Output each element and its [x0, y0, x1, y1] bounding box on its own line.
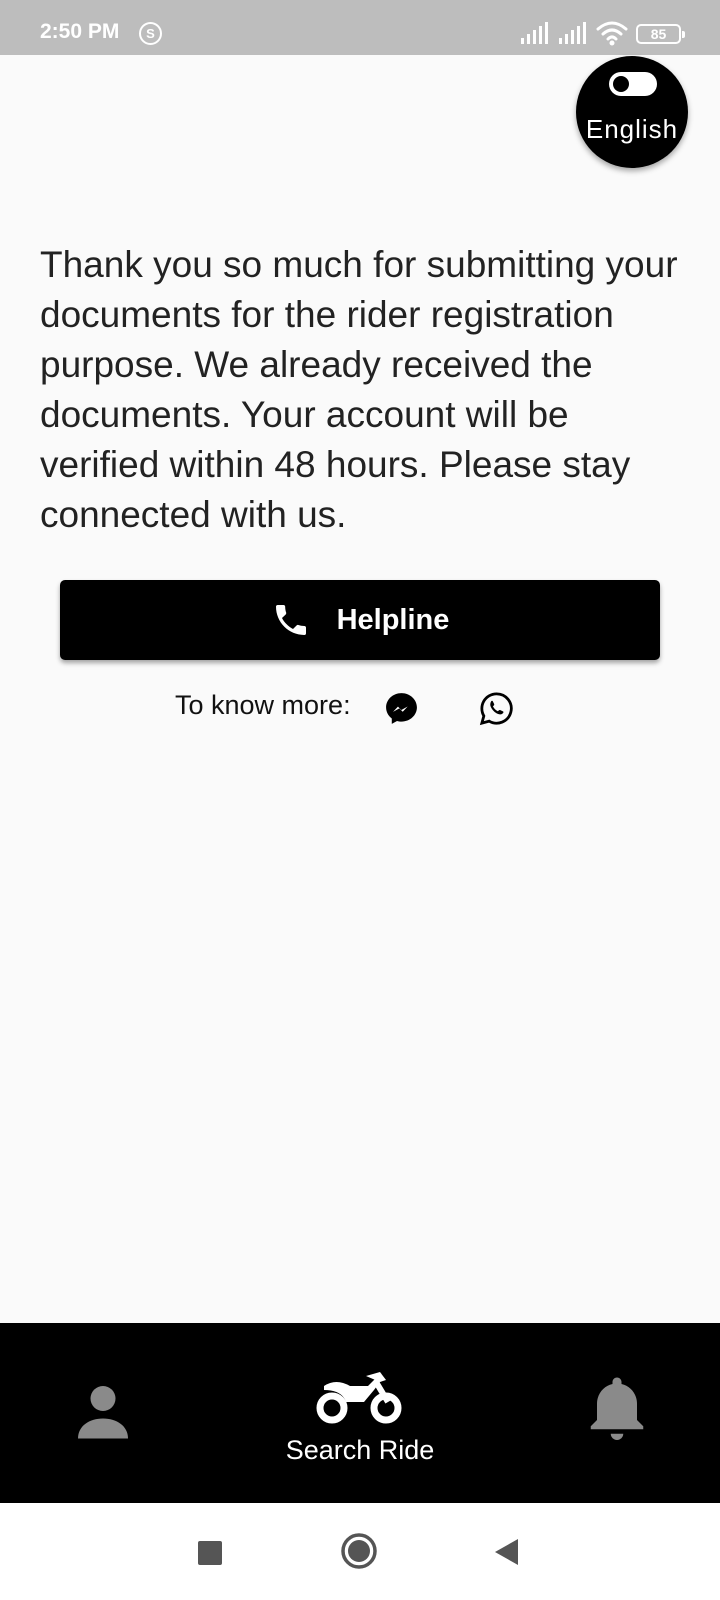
toggle-switch-icon	[609, 72, 657, 96]
nav-search-ride-label: Search Ride	[285, 1435, 435, 1465]
profile-icon	[78, 1386, 128, 1439]
status-bar: 2:50 PM S 85	[0, 0, 720, 55]
helpline-button[interactable]: Helpline	[60, 580, 660, 660]
battery-icon: 85	[636, 24, 685, 44]
back-icon[interactable]	[492, 1537, 520, 1567]
whatsapp-icon[interactable]	[478, 690, 515, 727]
know-more-label: To know more:	[175, 690, 351, 720]
home-icon[interactable]	[340, 1532, 378, 1570]
signal-icon	[559, 22, 586, 44]
language-label: English	[585, 114, 679, 144]
bottom-nav: Search Ride	[0, 1323, 720, 1503]
wifi-icon	[596, 21, 628, 46]
nav-profile[interactable]	[60, 1323, 145, 1503]
recent-apps-icon[interactable]	[198, 1541, 222, 1565]
messenger-icon[interactable]	[383, 690, 420, 727]
phone-icon	[275, 605, 306, 635]
language-toggle[interactable]: English	[576, 56, 688, 168]
motorcycle-icon	[316, 1372, 402, 1424]
nav-notifications[interactable]	[575, 1323, 660, 1503]
helpline-label: Helpline	[336, 603, 450, 636]
bell-icon	[590, 1377, 644, 1440]
signal-icon	[521, 22, 548, 44]
nav-search-ride[interactable]: Search Ride	[260, 1323, 460, 1503]
app-notification-icon: S	[139, 22, 162, 45]
status-time: 2:50 PM	[40, 20, 120, 43]
confirmation-message: Thank you so much for submitting your do…	[40, 244, 678, 535]
system-navigation-bar	[0, 1503, 720, 1600]
battery-level: 85	[650, 26, 667, 42]
